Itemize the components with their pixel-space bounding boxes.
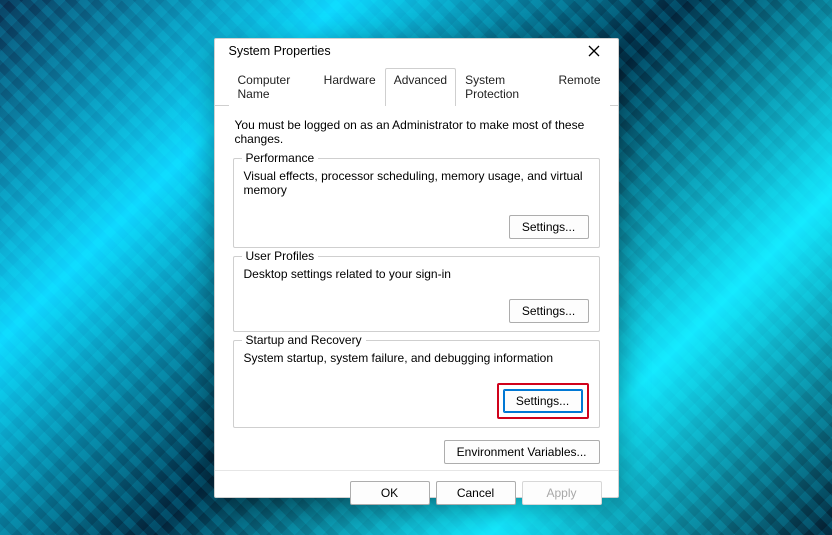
group-startup-recovery-legend: Startup and Recovery [242, 333, 366, 347]
environment-variables-button[interactable]: Environment Variables... [444, 440, 600, 464]
group-performance-legend: Performance [242, 151, 319, 165]
titlebar: System Properties [215, 39, 618, 63]
apply-button[interactable]: Apply [522, 481, 602, 505]
system-properties-window: System Properties Computer Name Hardware… [214, 38, 619, 498]
tab-advanced[interactable]: Advanced [385, 68, 456, 106]
performance-settings-button[interactable]: Settings... [509, 215, 589, 239]
close-button[interactable] [580, 39, 608, 63]
cancel-button[interactable]: Cancel [436, 481, 516, 505]
highlight-box: Settings... [497, 383, 589, 419]
desktop-background: System Properties Computer Name Hardware… [0, 0, 832, 535]
admin-note: You must be logged on as an Administrato… [233, 116, 600, 150]
group-performance-desc: Visual effects, processor scheduling, me… [244, 169, 589, 197]
ok-button[interactable]: OK [350, 481, 430, 505]
tab-computer-name[interactable]: Computer Name [229, 68, 315, 106]
group-user-profiles-legend: User Profiles [242, 249, 319, 263]
close-icon [588, 45, 600, 57]
tab-hardware[interactable]: Hardware [315, 68, 385, 106]
tab-system-protection[interactable]: System Protection [456, 68, 549, 106]
user-profiles-settings-button[interactable]: Settings... [509, 299, 589, 323]
group-user-profiles-desc: Desktop settings related to your sign-in [244, 267, 589, 281]
group-user-profiles: User Profiles Desktop settings related t… [233, 256, 600, 332]
startup-recovery-settings-button[interactable]: Settings... [503, 389, 583, 413]
group-startup-recovery-desc: System startup, system failure, and debu… [244, 351, 589, 365]
tab-remote[interactable]: Remote [549, 68, 609, 106]
tab-content-advanced: You must be logged on as an Administrato… [215, 106, 618, 470]
dialog-footer: OK Cancel Apply [215, 470, 618, 519]
group-performance: Performance Visual effects, processor sc… [233, 158, 600, 248]
tabs-row: Computer Name Hardware Advanced System P… [215, 63, 618, 106]
group-startup-recovery: Startup and Recovery System startup, sys… [233, 340, 600, 428]
window-title: System Properties [229, 44, 331, 58]
